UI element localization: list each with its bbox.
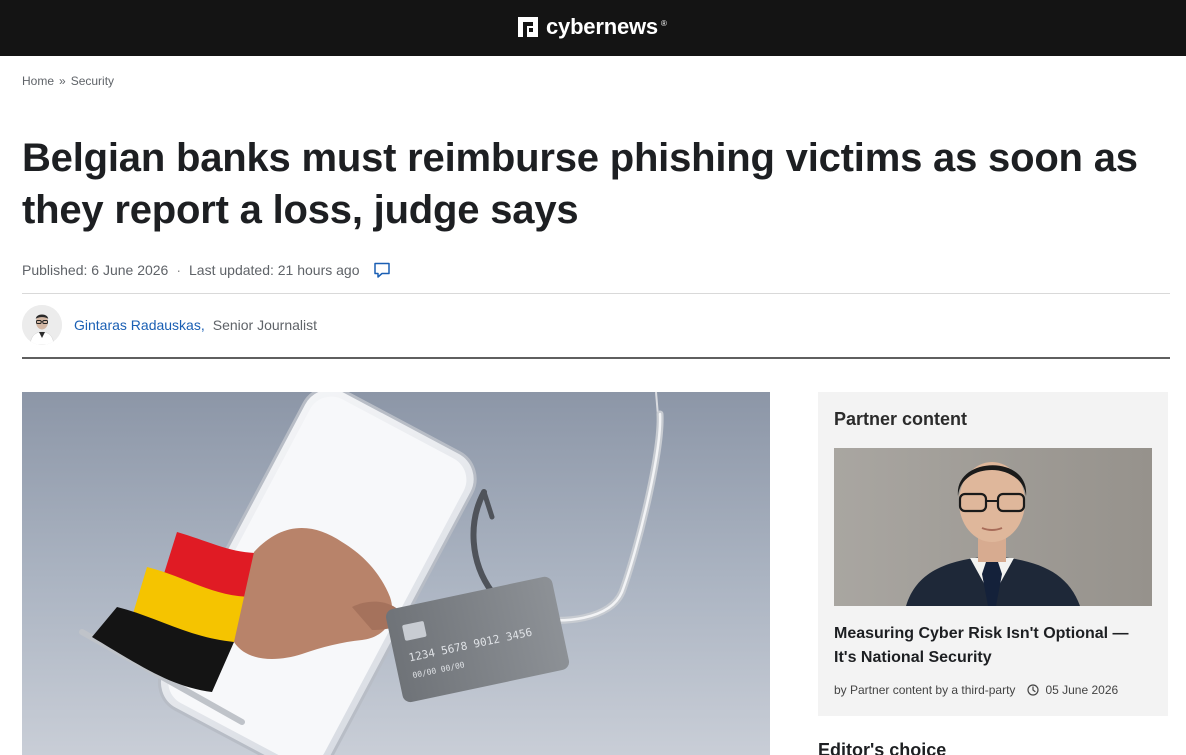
last-updated: Last updated: 21 hours ago (189, 262, 360, 278)
author-name-link[interactable]: Gintaras Radauskas, (74, 317, 205, 333)
site-header: cybernews ® (0, 0, 1186, 56)
meta-separator: · (176, 262, 182, 278)
breadcrumb: Home » Security (22, 74, 114, 88)
partner-article-title-link[interactable]: Measuring Cyber Risk Isn't Optional — It… (834, 622, 1152, 670)
article-title: Belgian banks must reimburse phishing vi… (22, 136, 1138, 232)
article-meta: Published: 6 June 2026 · Last updated: 2… (22, 261, 391, 279)
author-block: Gintaras Radauskas, Senior Journalist (22, 305, 317, 345)
registered-mark: ® (660, 18, 667, 28)
partner-content-heading: Partner content (834, 409, 968, 429)
partner-article-image[interactable] (834, 448, 1152, 606)
breadcrumb-home[interactable]: Home (22, 74, 54, 88)
author-avatar[interactable] (22, 305, 62, 345)
editors-choice-heading: Editor's choice (818, 740, 947, 755)
partner-content-card: Partner content Measuring Cyber Risk Isn… (818, 392, 1168, 716)
divider (22, 293, 1170, 294)
divider-strong (22, 357, 1170, 359)
cybernews-logo-icon (518, 17, 538, 37)
author-role: Senior Journalist (212, 317, 318, 333)
breadcrumb-separator: » (59, 74, 66, 88)
site-logo[interactable]: cybernews ® (518, 14, 667, 40)
partner-article-meta: by Partner content by a third-party 05 J… (834, 683, 1118, 697)
partner-byline: by Partner content by a third-party (834, 683, 1016, 697)
breadcrumb-security[interactable]: Security (71, 74, 114, 88)
published-date: Published: 6 June 2026 (22, 262, 169, 278)
article-hero-image: 1234 5678 9012 3456 00/00 00/00 (22, 392, 770, 755)
comment-icon[interactable] (373, 261, 391, 279)
brand-name: cybernews (546, 14, 658, 39)
partner-date: 05 June 2026 (1045, 683, 1119, 697)
clock-icon (1027, 684, 1040, 696)
